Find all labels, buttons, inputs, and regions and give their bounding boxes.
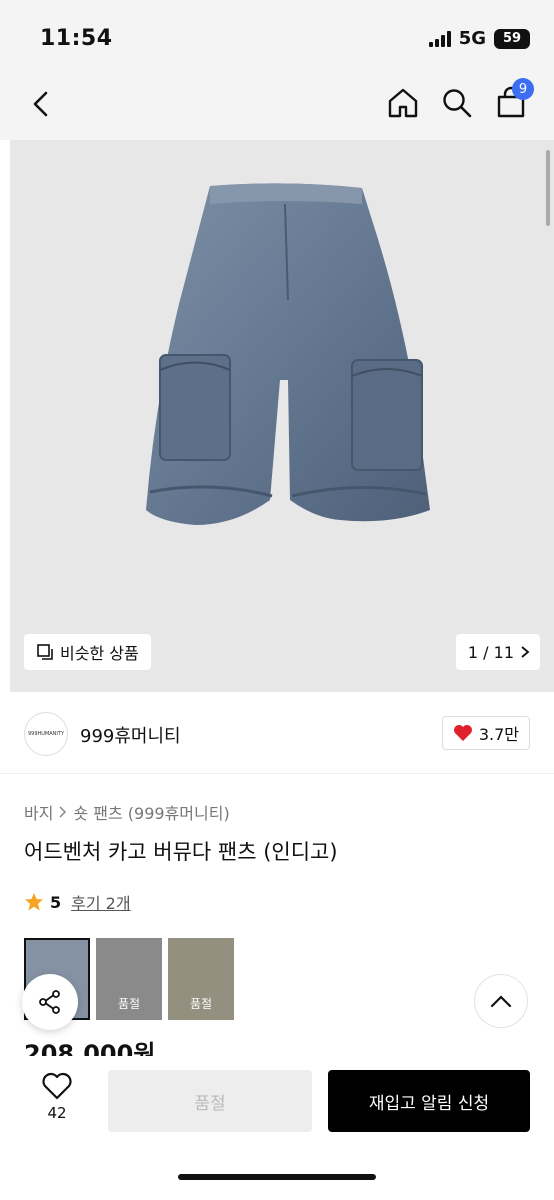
battery-level: 59 xyxy=(502,31,522,46)
home-icon xyxy=(388,88,418,118)
heart-icon xyxy=(453,725,472,741)
brand-like-button[interactable]: 3.7만 xyxy=(441,716,530,750)
star-icon xyxy=(25,893,43,911)
brand-like-count: 3.7만 xyxy=(478,725,519,744)
search-button[interactable] xyxy=(440,86,474,120)
brand-logo[interactable]: 999HUMANITY xyxy=(24,712,68,756)
restock-alert-button[interactable]: 재입고 알림 신청 xyxy=(328,1070,530,1132)
image-counter[interactable]: 1 / 11 xyxy=(455,634,540,670)
color-option-thumb[interactable]: 품절 xyxy=(168,938,234,1020)
status-time: 11:54 xyxy=(40,26,113,51)
search-icon xyxy=(443,89,472,118)
home-button[interactable] xyxy=(386,86,420,120)
cart-button[interactable]: 9 xyxy=(494,78,534,120)
wishlist-button[interactable]: 42 xyxy=(28,1072,86,1122)
chevron-left-icon xyxy=(33,91,48,117)
scroll-to-top-button[interactable] xyxy=(474,974,528,1028)
brand-logo-text: 999HUMANITY xyxy=(27,731,65,737)
soldout-button[interactable]: 품절 xyxy=(108,1070,312,1132)
product-image-gallery[interactable]: 비슷한 상품 1 / 11 xyxy=(10,140,554,692)
product-rating: 5 후기 2개 xyxy=(24,890,131,914)
brand-row: 999HUMANITY 999휴머니티 3.7만 xyxy=(0,692,554,774)
breadcrumb-item[interactable]: 숏 팬츠 (999휴머니티) xyxy=(73,800,229,824)
copy-icon xyxy=(37,644,53,660)
signal-icon xyxy=(428,30,451,47)
chevron-right-icon xyxy=(59,806,67,818)
status-bar: 11:54 5G 59 xyxy=(0,0,554,72)
top-nav: 9 xyxy=(0,72,554,140)
breadcrumb: 바지 숏 팬츠 (999휴머니티) xyxy=(24,800,230,824)
similar-products-button[interactable]: 비슷한 상품 xyxy=(24,634,151,670)
product-title: 어드벤처 카고 버뮤다 팬츠 (인디고) xyxy=(24,840,338,864)
reviews-link[interactable]: 후기 2개 xyxy=(71,890,130,914)
product-image xyxy=(146,183,430,525)
soldout-label: 품절 xyxy=(117,997,141,1011)
breadcrumb-item[interactable]: 바지 xyxy=(24,800,53,824)
bottom-action-bar: 42 품절 재입고 알림 신청 xyxy=(0,1056,554,1200)
rating-score: 5 xyxy=(50,892,62,912)
image-counter-label: 1 / 11 xyxy=(467,642,514,662)
heart-outline-icon xyxy=(42,1072,72,1100)
soldout-label: 품절 xyxy=(189,997,213,1011)
similar-products-label: 비슷한 상품 xyxy=(60,644,139,663)
share-icon xyxy=(39,990,60,1014)
chevron-up-icon xyxy=(490,995,512,1008)
home-indicator xyxy=(178,1174,376,1180)
back-button[interactable] xyxy=(26,88,58,120)
color-option-thumb[interactable]: 품절 xyxy=(96,938,162,1020)
chevron-right-icon xyxy=(521,646,530,658)
scrollbar[interactable] xyxy=(546,150,550,226)
share-button[interactable] xyxy=(22,974,78,1030)
brand-name[interactable]: 999휴머니티 xyxy=(80,722,181,748)
cart-count-badge: 9 xyxy=(512,78,534,100)
wishlist-count: 42 xyxy=(47,1104,67,1122)
network-label: 5G xyxy=(458,28,486,49)
battery-icon: 59 xyxy=(494,28,530,49)
